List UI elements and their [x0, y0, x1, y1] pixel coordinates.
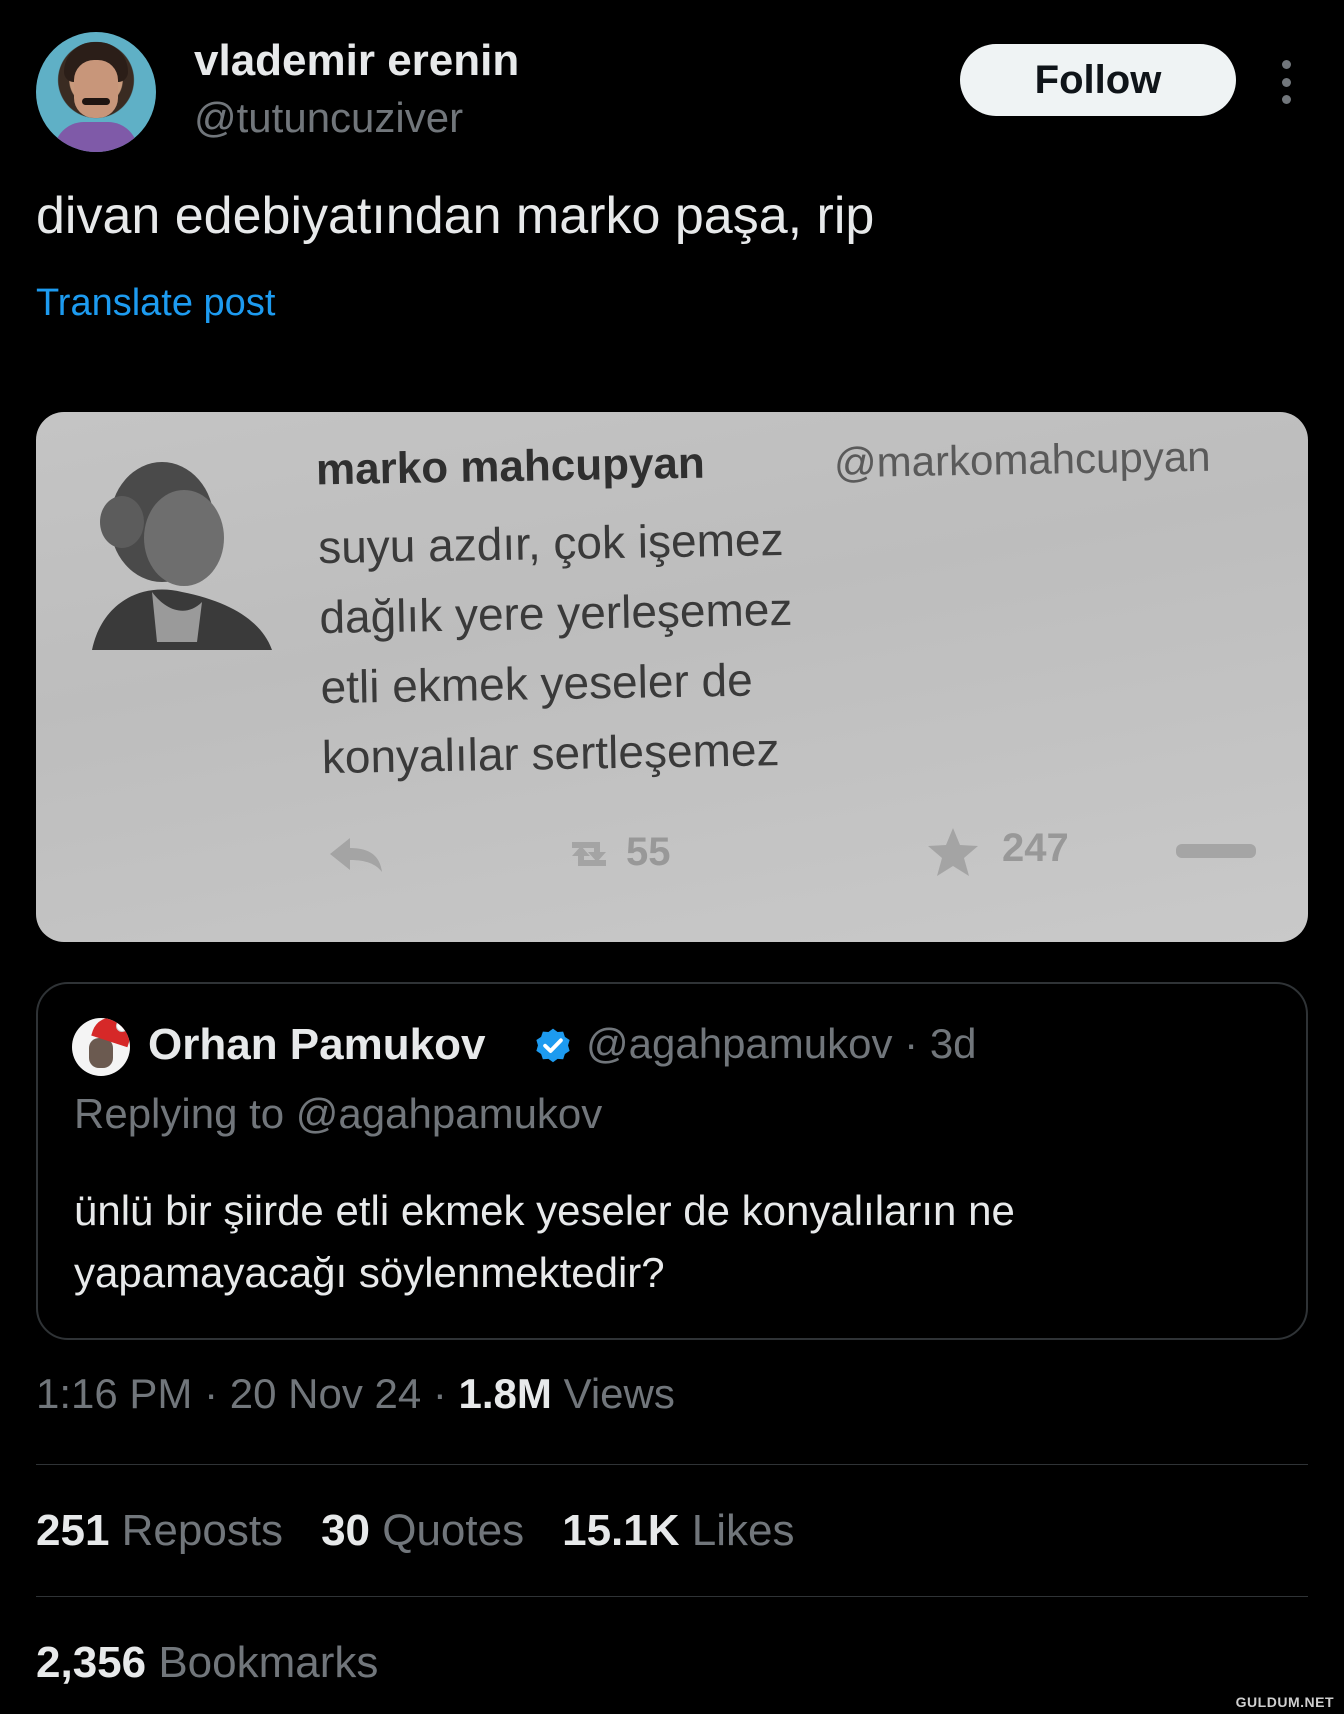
bookmarks-count: 2,356: [36, 1638, 147, 1687]
author-handle[interactable]: @tutuncuziver: [194, 94, 463, 142]
retweet-icon: [572, 842, 606, 866]
reposts-count: 251: [36, 1506, 110, 1555]
author-name[interactable]: vlademir erenin: [194, 36, 519, 86]
media-stats: 55 247: [326, 826, 1286, 886]
star-icon: [928, 828, 978, 876]
views-count: 1.8M: [458, 1370, 552, 1417]
author-avatar[interactable]: [36, 32, 156, 152]
quoted-text-line: ünlü bir şiirde etli ekmek yeseler de ko…: [74, 1187, 1015, 1234]
reposts-label: Reposts: [109, 1506, 284, 1555]
post-header: vlademir erenin @tutuncuziver Follow: [36, 32, 1308, 156]
divider: [36, 1596, 1308, 1597]
likes-label: Likes: [679, 1506, 795, 1555]
watermark: GULDUM.NET: [1235, 1694, 1334, 1710]
more-options-icon[interactable]: [1276, 60, 1296, 104]
media-poem: suyu azdır, çok işemez dağlık yere yerle…: [318, 504, 796, 792]
post-text: divan edebiyatından marko paşa, rip: [36, 187, 875, 245]
likes-count: 15.1K: [562, 1506, 680, 1555]
quoted-author-name[interactable]: Orhan Pamukov: [148, 1020, 485, 1070]
quoted-text: ünlü bir şiirde etli ekmek yeseler de ko…: [74, 1180, 1254, 1304]
poem-line: suyu azdır, çok işemez: [317, 513, 784, 574]
poem-line: konyalılar sertleşemez: [321, 723, 780, 784]
quotes-label: Quotes: [370, 1506, 525, 1555]
time-date[interactable]: 1:16 PM · 20 Nov 24 ·: [36, 1370, 459, 1417]
engagement-stats: 251 Reposts 30 Quotes 15.1K Likes: [36, 1506, 794, 1556]
views-label: Views: [551, 1370, 675, 1417]
reposts-stat[interactable]: 251 Reposts: [36, 1506, 283, 1556]
bookmarks-label: Bookmarks: [146, 1638, 379, 1687]
quotes-count: 30: [321, 1506, 371, 1555]
likes-stat[interactable]: 15.1K Likes: [562, 1506, 794, 1556]
media-more-icon: [1176, 844, 1256, 858]
quoted-text-line: yapamayacağı söylenmektedir?: [74, 1249, 665, 1296]
media-author-handle: @markomahcupyan: [833, 432, 1211, 487]
quoted-author-avatar[interactable]: [72, 1018, 130, 1076]
poem-line: etli ekmek yeseler de: [320, 653, 754, 714]
media-author-name: marko mahcupyan: [315, 438, 706, 495]
quoted-post[interactable]: Orhan Pamukov @agahpamukov · 3d Replying…: [36, 982, 1308, 1340]
verified-badge-icon: [536, 1028, 570, 1063]
retweet-count: 55: [626, 830, 671, 874]
follow-button[interactable]: Follow: [960, 44, 1236, 116]
post-timestamp: 1:16 PM · 20 Nov 24 · 1.8M Views: [36, 1370, 675, 1418]
poem-line: dağlık yere yerleşemez: [318, 582, 793, 644]
quoted-handle-time: @agahpamukov · 3d: [586, 1020, 977, 1067]
replying-to: Replying to @agahpamukov: [74, 1090, 603, 1137]
reply-icon: [330, 838, 382, 872]
divider: [36, 1464, 1308, 1465]
quotes-stat[interactable]: 30 Quotes: [321, 1506, 524, 1556]
post-image[interactable]: marko mahcupyan @markomahcupyan suyu azd…: [36, 412, 1308, 942]
favorite-count: 247: [1002, 826, 1069, 870]
bookmarks-stat: 2,356 Bookmarks: [36, 1638, 378, 1688]
portrait-image: [92, 462, 272, 650]
translate-post-link[interactable]: Translate post: [36, 282, 275, 325]
